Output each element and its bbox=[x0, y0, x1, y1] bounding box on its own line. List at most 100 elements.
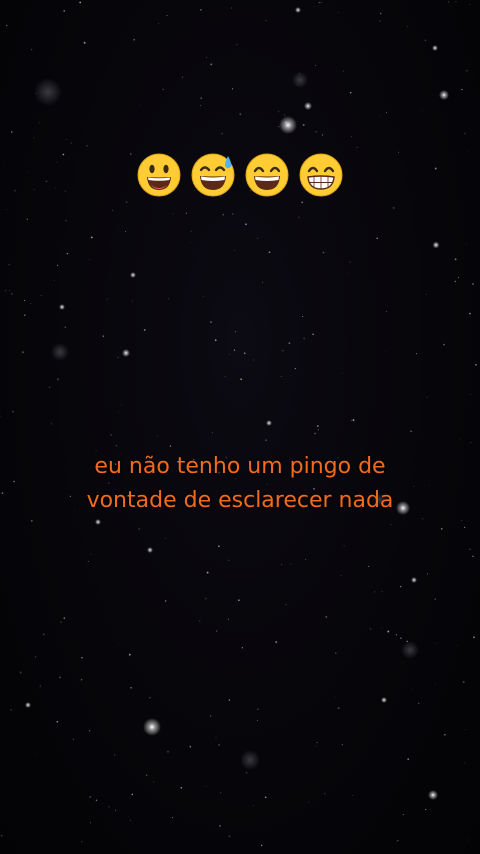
star bbox=[13, 480, 15, 483]
star bbox=[80, 679, 83, 681]
star bbox=[190, 230, 192, 233]
star bbox=[277, 111, 280, 113]
star bbox=[169, 445, 172, 447]
star bbox=[301, 201, 304, 204]
star bbox=[140, 105, 141, 106]
star bbox=[447, 1, 449, 3]
star bbox=[462, 681, 465, 684]
star bbox=[315, 745, 317, 747]
star bbox=[64, 326, 67, 329]
star bbox=[66, 139, 68, 140]
star bbox=[268, 251, 271, 254]
star bbox=[234, 250, 235, 252]
grinning-face-with-big-eyes-icon bbox=[137, 153, 181, 197]
star bbox=[280, 563, 283, 566]
star bbox=[63, 10, 66, 12]
star bbox=[227, 618, 229, 620]
star bbox=[351, 136, 353, 138]
star bbox=[33, 137, 35, 139]
star bbox=[42, 633, 45, 636]
star bbox=[199, 105, 201, 107]
star bbox=[38, 122, 40, 124]
star bbox=[0, 415, 1, 417]
star bbox=[209, 715, 212, 717]
star bbox=[297, 84, 298, 86]
star bbox=[221, 133, 223, 135]
star bbox=[167, 750, 169, 753]
star bbox=[224, 375, 226, 378]
emoji-row bbox=[0, 152, 480, 198]
star bbox=[125, 201, 128, 203]
star bbox=[454, 280, 456, 283]
nebula-haze bbox=[34, 78, 62, 106]
star bbox=[108, 806, 110, 808]
star bbox=[457, 276, 460, 279]
star bbox=[8, 263, 10, 266]
star bbox=[422, 110, 424, 111]
star bbox=[180, 786, 183, 789]
bright-star bbox=[130, 272, 136, 278]
star bbox=[406, 640, 408, 643]
star bbox=[313, 6, 315, 7]
star bbox=[165, 538, 166, 539]
video-frame: eu não tenho um pingo de vontade de escl… bbox=[0, 0, 480, 854]
star bbox=[434, 683, 436, 685]
star bbox=[11, 293, 13, 295]
star bbox=[9, 289, 10, 291]
star bbox=[189, 745, 192, 748]
starfield-background bbox=[0, 1, 477, 854]
star bbox=[337, 707, 340, 710]
star bbox=[240, 378, 243, 381]
star bbox=[89, 796, 91, 798]
star bbox=[385, 112, 388, 114]
star bbox=[34, 656, 37, 658]
star bbox=[379, 20, 381, 22]
star bbox=[131, 300, 134, 302]
star bbox=[128, 653, 131, 656]
star bbox=[325, 615, 328, 618]
star bbox=[165, 600, 167, 602]
star bbox=[95, 799, 98, 802]
caption-text: eu não tenho um pingo de vontade de escl… bbox=[20, 450, 460, 518]
grinning-face-with-sweat-icon bbox=[191, 153, 235, 197]
star bbox=[351, 419, 353, 421]
star bbox=[298, 73, 301, 75]
star bbox=[215, 737, 217, 739]
star bbox=[349, 91, 352, 94]
star bbox=[88, 730, 91, 732]
star bbox=[284, 114, 286, 116]
star bbox=[356, 146, 359, 149]
star bbox=[229, 353, 230, 355]
star bbox=[340, 575, 342, 576]
star bbox=[465, 729, 466, 731]
star bbox=[1, 834, 3, 837]
star bbox=[318, 1, 320, 4]
star bbox=[200, 9, 202, 11]
star bbox=[390, 523, 392, 526]
beaming-face-with-smiling-eyes-icon bbox=[299, 153, 343, 197]
star bbox=[343, 545, 345, 547]
star bbox=[418, 702, 420, 704]
star bbox=[6, 209, 7, 210]
star bbox=[275, 641, 278, 644]
star bbox=[57, 378, 59, 381]
star bbox=[63, 617, 66, 619]
star bbox=[205, 785, 207, 787]
star bbox=[236, 43, 238, 45]
star bbox=[1, 492, 4, 495]
star bbox=[463, 526, 466, 529]
bright-star bbox=[439, 90, 449, 100]
star bbox=[244, 223, 247, 226]
bright-star bbox=[295, 7, 301, 13]
star bbox=[460, 438, 461, 440]
star bbox=[22, 351, 24, 353]
star bbox=[440, 527, 443, 530]
star bbox=[90, 236, 93, 239]
star bbox=[470, 441, 472, 443]
star bbox=[129, 819, 132, 821]
star bbox=[470, 394, 472, 395]
caption-line-2: vontade de esclarecer nada bbox=[86, 488, 394, 513]
star bbox=[415, 353, 417, 355]
star bbox=[302, 315, 304, 318]
star bbox=[118, 644, 119, 645]
